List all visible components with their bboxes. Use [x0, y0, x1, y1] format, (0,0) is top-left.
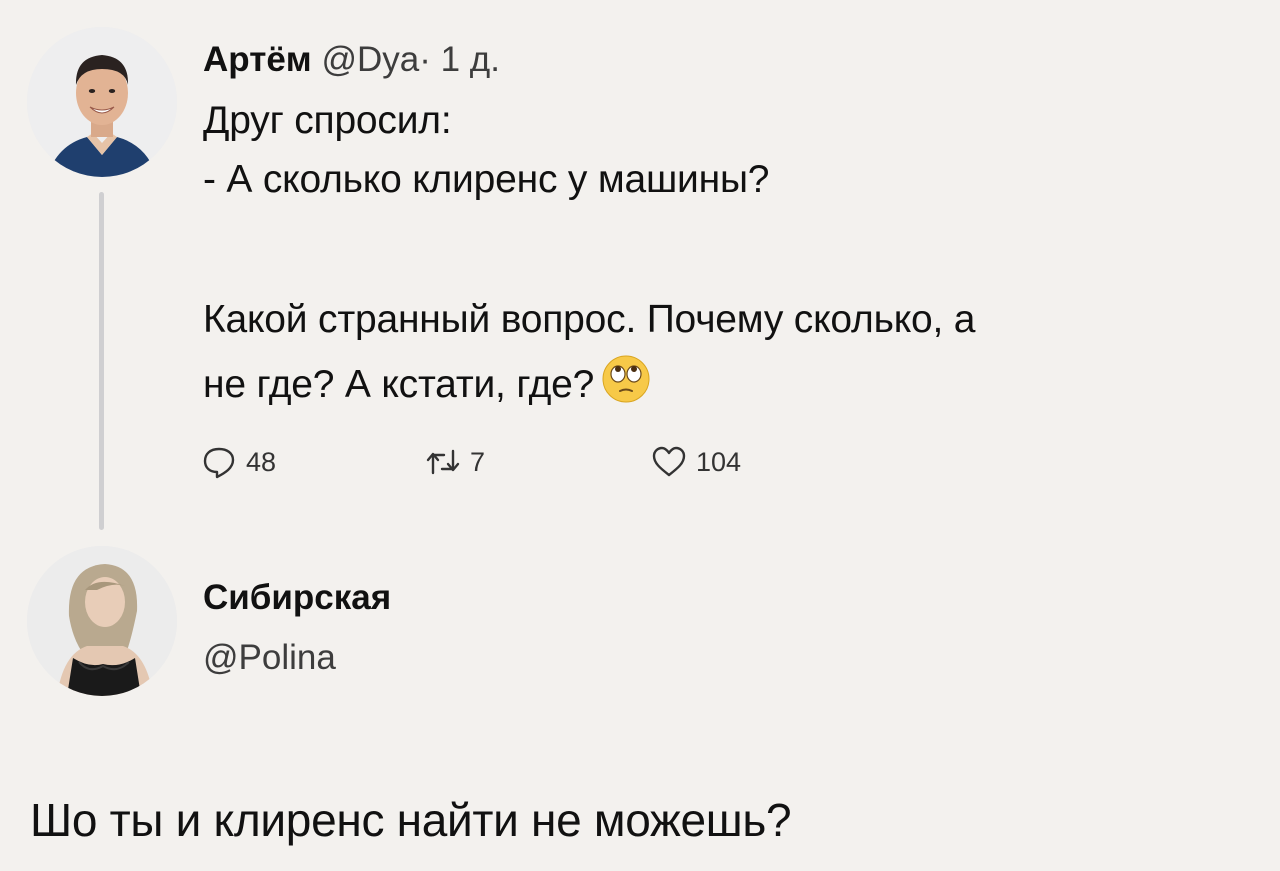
avatar-man-image: [27, 27, 177, 177]
tweet-header: Артём @Dya· 1 д.: [203, 38, 500, 82]
avatar-woman-image: [27, 546, 177, 696]
reply-icon: [203, 447, 235, 479]
retweet-icon: [426, 449, 460, 475]
reply-author-handle[interactable]: @Polina: [203, 636, 336, 680]
author-handle[interactable]: @Dya: [321, 40, 419, 79]
tweet-text-line: Друг спросил:: [203, 99, 452, 142]
tweet-text-line: - А сколько клиренс у машины?: [203, 158, 770, 201]
like-button[interactable]: 104: [650, 440, 741, 484]
author-avatar[interactable]: [27, 27, 177, 177]
heart-icon: [652, 446, 686, 477]
tweet-timestamp[interactable]: 1 д.: [441, 40, 500, 79]
header-separator: ·: [419, 40, 431, 79]
reply-count: 48: [246, 446, 277, 477]
reply-author-name[interactable]: Сибирская: [203, 576, 391, 620]
tweet-thread: Артём @Dya· 1 д. Друг спросил: - А сколь…: [0, 0, 1280, 871]
face-with-rolling-eyes-icon: [602, 355, 650, 403]
like-count: 104: [696, 446, 742, 477]
tweet-text-line: не где? А кстати, где?: [203, 363, 595, 406]
retweet-count: 7: [470, 446, 486, 477]
thread-connector-line: [99, 192, 104, 530]
reply-text: Шо ты и клиренс найти не можешь?: [30, 794, 792, 846]
tweet-actions-bar: 48 7 104: [200, 440, 820, 484]
author-name[interactable]: Артём: [203, 40, 312, 79]
tweet-text-line-with-emoji: не где? А кстати, где?: [203, 353, 652, 409]
tweet-text-line: Какой странный вопрос. Почему сколько, а: [203, 298, 976, 341]
reply-button[interactable]: 48: [200, 440, 276, 484]
reply-author-avatar[interactable]: [27, 546, 177, 696]
retweet-button[interactable]: 7: [424, 440, 485, 484]
